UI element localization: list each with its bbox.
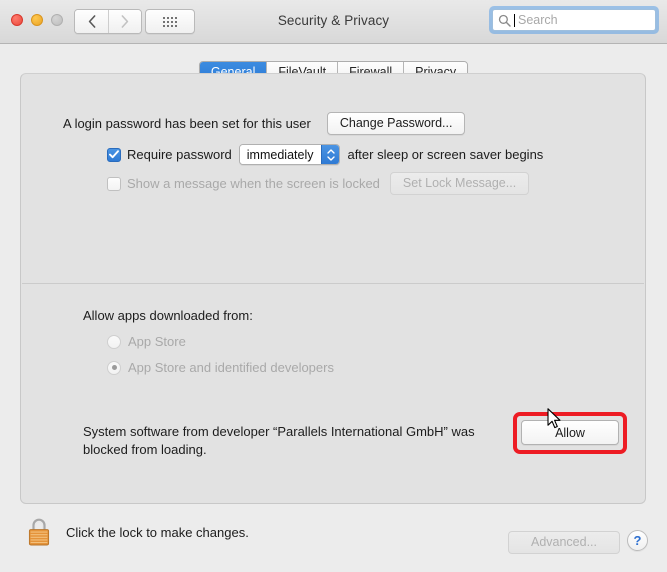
require-password-row: Require password immediately after sleep… bbox=[107, 144, 543, 165]
set-lock-message-button[interactable]: Set Lock Message... bbox=[389, 172, 530, 195]
help-button[interactable]: ? bbox=[627, 530, 648, 551]
radio-app-store-and-identified-developers[interactable]: App Store and identified developers bbox=[107, 360, 334, 375]
advanced-button[interactable]: Advanced... bbox=[508, 531, 620, 554]
require-password-checkbox[interactable] bbox=[107, 147, 121, 162]
stepper-arrows-icon[interactable] bbox=[321, 145, 340, 164]
lock-message-row: Show a message when the screen is locked… bbox=[107, 172, 530, 195]
radio-button-app-store[interactable] bbox=[107, 334, 121, 349]
text-caret bbox=[514, 13, 515, 27]
window-titlebar: Security & Privacy Search bbox=[0, 0, 667, 44]
lock-closed-icon[interactable] bbox=[26, 517, 52, 547]
require-password-delay-popup[interactable]: immediately bbox=[238, 144, 341, 165]
allow-apps-heading-row: Allow apps downloaded from: bbox=[83, 308, 253, 323]
allow-apps-heading: Allow apps downloaded from: bbox=[83, 308, 253, 323]
search-icon bbox=[498, 14, 511, 27]
checkmark-icon bbox=[109, 150, 119, 159]
search-focus-ring: Search bbox=[489, 6, 659, 34]
security-privacy-window: Security & Privacy Search General FileVa… bbox=[0, 0, 667, 572]
show-lock-message-label: Show a message when the screen is locked bbox=[127, 176, 380, 191]
require-password-label: Require password bbox=[127, 147, 232, 162]
blocked-software-message: System software from developer “Parallel… bbox=[83, 424, 475, 457]
login-password-row: A login password has been set for this u… bbox=[63, 112, 466, 135]
show-lock-message-checkbox[interactable] bbox=[107, 176, 121, 191]
section-divider bbox=[22, 283, 644, 284]
radio-label-app-store-and-identified-developers: App Store and identified developers bbox=[128, 360, 334, 375]
allow-button[interactable]: Allow bbox=[521, 420, 619, 445]
radio-app-store[interactable]: App Store bbox=[107, 334, 186, 349]
radio-label-app-store: App Store bbox=[128, 334, 186, 349]
login-password-label: A login password has been set for this u… bbox=[63, 116, 311, 131]
require-password-delay-value: immediately bbox=[239, 145, 322, 164]
lock-hint-label: Click the lock to make changes. bbox=[66, 524, 249, 540]
radio-selected-dot bbox=[111, 365, 117, 370]
search-placeholder: Search bbox=[518, 13, 558, 27]
radio-button-app-store-and-identified-developers[interactable] bbox=[107, 360, 121, 375]
chevron-down-icon bbox=[327, 155, 335, 161]
change-password-button[interactable]: Change Password... bbox=[326, 112, 466, 135]
lock-row[interactable]: Click the lock to make changes. bbox=[26, 517, 249, 547]
require-password-suffix-label: after sleep or screen saver begins bbox=[347, 147, 544, 162]
chevron-up-icon bbox=[327, 148, 335, 154]
search-input[interactable]: Search bbox=[492, 9, 656, 31]
